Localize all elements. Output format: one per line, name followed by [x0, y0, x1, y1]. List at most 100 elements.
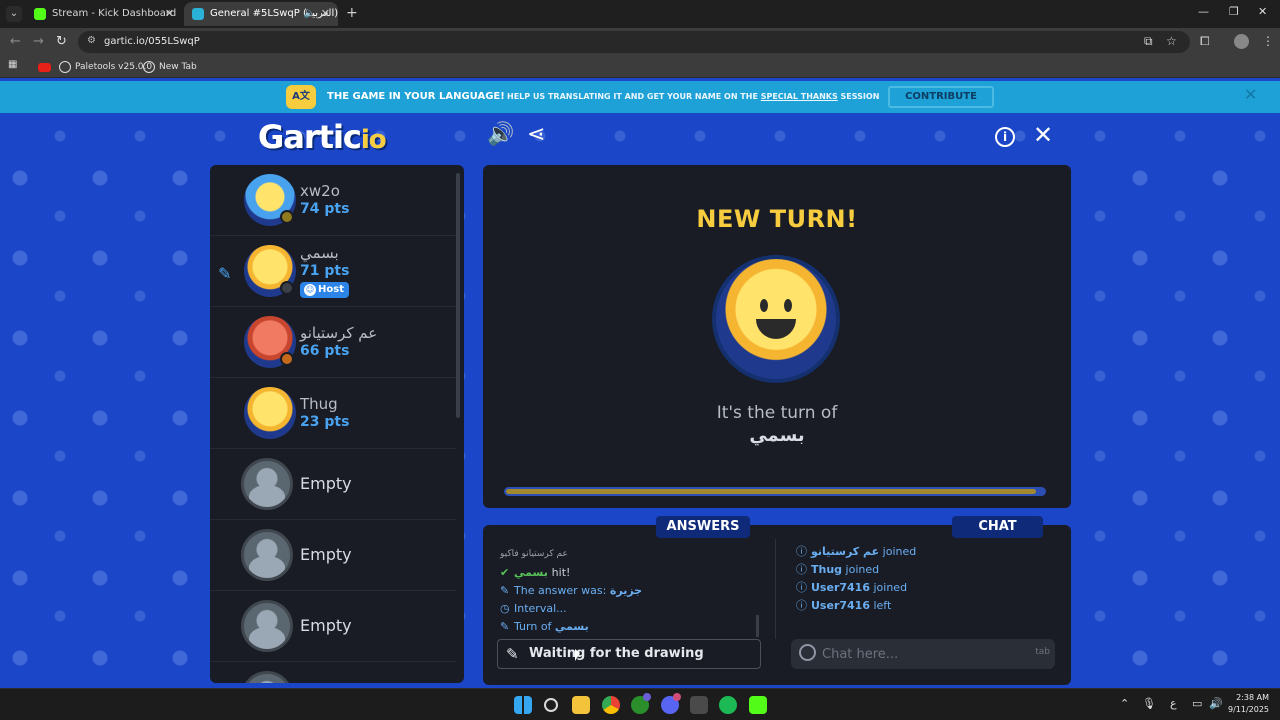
chat-input-box[interactable]: tab [791, 639, 1055, 669]
banner-subtext: HELP US TRANSLATING IT AND GET YOUR NAME… [507, 92, 880, 101]
apps-grid-icon[interactable]: ▦ [8, 59, 17, 70]
turn-progress-fill [506, 489, 1036, 494]
player-list: xw2o 74 pts ✎ بسمي 71 pts ☺ Host عم كرستي… [210, 165, 464, 683]
close-tab-icon[interactable]: ✕ [321, 2, 330, 26]
status-dot [280, 352, 294, 366]
panel-divider [775, 539, 776, 639]
app-icon[interactable] [690, 696, 708, 714]
discord-icon[interactable] [661, 693, 681, 714]
close-tab-icon[interactable]: ✕ [165, 2, 174, 26]
window-close-icon[interactable]: ✕ [1258, 5, 1267, 18]
info-circle-icon: ⓘ [796, 545, 807, 558]
close-icon[interactable]: ✕ [1033, 121, 1053, 149]
new-turn-title: NEW TURN! [696, 205, 858, 233]
special-thanks-link[interactable]: SPECIAL THANKS [761, 92, 838, 101]
answer-input[interactable]: ✎ Waiting for the drawing [497, 639, 761, 669]
pencil-icon: ✎ [500, 620, 510, 633]
browser-tab-bar: ⌄ Stream - Kick Dashboard ✕ General #5LS… [0, 0, 1280, 28]
banner-close-icon[interactable]: ✕ [1244, 85, 1257, 104]
answer-message: ✎ Turn of بسمي [500, 620, 589, 633]
empty-slot-label: Empty [300, 616, 352, 635]
empty-avatar [241, 529, 293, 581]
answer-message: ✎ The answer was: جزيرة [500, 584, 643, 597]
share-icon[interactable]: ⋖ [527, 122, 545, 147]
empty-avatar [241, 600, 293, 652]
extensions-icon[interactable]: ⧠ [1200, 34, 1210, 49]
translation-banner: A文 THE GAME IN YOUR LANGUAGE! HELP US TR… [0, 81, 1280, 113]
chat-input[interactable] [822, 639, 1012, 669]
address-bar[interactable]: ⚙ gartic.io/055LSwqP [78, 31, 1190, 53]
bookmarks-bar: ▦ Paletools v25.0.0 New Tab [0, 56, 1280, 78]
volume-icon[interactable]: 🔊 [1209, 697, 1223, 710]
gartic-logo: Garticio [258, 118, 387, 156]
drawer-avatar [716, 259, 836, 379]
player-row-empty[interactable]: Empty [210, 591, 456, 662]
forward-icon[interactable]: → [33, 34, 44, 49]
tab-search-button[interactable]: ⌄ [6, 6, 22, 22]
install-app-icon[interactable]: ⧉ [1144, 34, 1153, 49]
player-row[interactable]: Thug 23 pts [210, 378, 456, 449]
site-info-icon[interactable]: ⚙ [87, 35, 99, 47]
new-tab-button[interactable]: + [346, 5, 358, 21]
player-row[interactable]: ✎ بسمي 71 pts ☺ Host [210, 236, 456, 307]
menu-icon[interactable]: ⋮ [1262, 34, 1274, 48]
player-row-empty[interactable]: Empty [210, 520, 456, 591]
speaker-icon[interactable]: 🔊 [487, 122, 514, 147]
tab-kick-dashboard[interactable]: Stream - Kick Dashboard ✕ [26, 2, 182, 26]
answers-scrollbar[interactable] [756, 615, 759, 637]
player-row-empty[interactable]: Empty [210, 449, 456, 520]
windows-start-icon[interactable] [514, 696, 532, 714]
bookmark-paletools[interactable]: Paletools v25.0.0 [59, 60, 152, 74]
chat-bubble-icon [799, 644, 816, 661]
player-points: 23 pts [300, 414, 350, 430]
minimize-icon[interactable]: — [1198, 5, 1209, 18]
drawing-board: NEW TURN! It's the turn of بسمي [483, 165, 1071, 508]
player-row[interactable]: عم كرستيانو 66 pts [210, 307, 456, 378]
player-list-scrollbar[interactable] [456, 173, 460, 418]
search-icon[interactable] [544, 698, 558, 712]
player-name: Thug [300, 395, 338, 413]
system-clock[interactable]: 2:38 AM 9/11/2025 [1228, 692, 1269, 716]
turn-player-name: بسمي [749, 425, 805, 446]
pencil-icon: ✎ [500, 584, 510, 597]
host-badge: ☺ Host [300, 282, 349, 298]
chrome-icon[interactable] [602, 696, 620, 714]
player-name: بسمي [300, 244, 339, 262]
profile-avatar[interactable] [1234, 34, 1249, 49]
clock-icon: ◷ [500, 602, 510, 615]
banner-headline: THE GAME IN YOUR LANGUAGE! [327, 91, 505, 102]
input-language[interactable]: ع [1170, 697, 1177, 710]
spotify-icon[interactable] [719, 696, 737, 714]
info-circle-icon: ⓘ [796, 599, 807, 612]
network-icon[interactable]: ▭ [1192, 697, 1202, 710]
gartic-favicon-icon [192, 8, 204, 20]
turn-progress-bar [504, 487, 1046, 496]
globe-icon [143, 61, 155, 73]
youtube-icon [38, 63, 51, 72]
empty-avatar [241, 458, 293, 510]
tab-title: General #5LSwqP (العربية) · [210, 8, 338, 19]
player-points: 74 pts [300, 201, 350, 217]
answer-message: ◷ Interval... [500, 602, 567, 615]
xbox-icon[interactable] [631, 693, 651, 714]
kick-icon[interactable] [749, 696, 767, 714]
reload-icon[interactable]: ↻ [56, 34, 67, 49]
drawing-pencil-icon: ✎ [218, 264, 232, 283]
tab-gartic[interactable]: General #5LSwqP (العربية) · 🔈 ✕ [184, 2, 338, 26]
chat-tab[interactable]: CHAT [952, 516, 1043, 538]
tray-chevron-icon[interactable]: ⌃ [1120, 697, 1129, 710]
player-name: عم كرستيانو [300, 324, 378, 342]
file-explorer-icon[interactable] [572, 696, 590, 714]
contribute-button[interactable]: CONTRIBUTE [888, 86, 994, 108]
restore-icon[interactable]: ❐ [1229, 5, 1239, 18]
tab-audio-icon[interactable]: 🔈 [304, 2, 316, 26]
player-row[interactable]: xw2o 74 pts [210, 165, 456, 236]
info-circle-icon: ⓘ [796, 563, 807, 576]
back-icon[interactable]: ← [10, 34, 21, 49]
bookmark-new-tab[interactable]: New Tab [143, 60, 197, 74]
microphone-icon[interactable]: 🎙 [1142, 697, 1156, 710]
empty-slot-label: Empty [300, 545, 352, 564]
answers-tab[interactable]: ANSWERS [656, 516, 750, 538]
bookmark-star-icon[interactable]: ☆ [1166, 34, 1177, 48]
info-icon[interactable]: i [995, 127, 1015, 147]
